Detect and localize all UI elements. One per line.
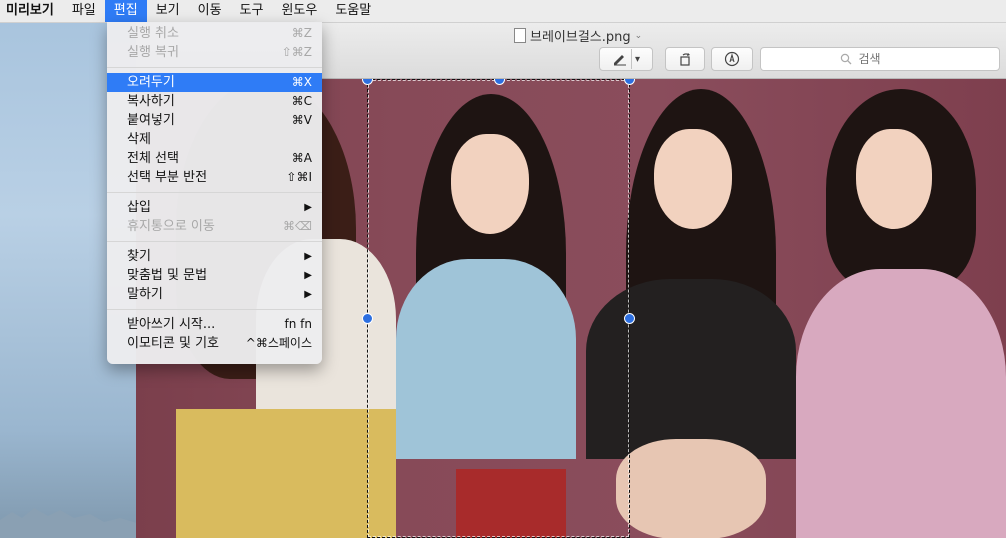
menu-separator <box>107 241 322 242</box>
menubar-item-tools[interactable]: 도구 <box>231 0 273 22</box>
menu-item-shortcut: ⇧⌘I <box>286 170 312 184</box>
submenu-arrow-icon: ▶ <box>304 270 312 281</box>
menu-item-label: 삭제 <box>127 132 151 147</box>
menu-item-shortcut: ⌘⌫ <box>283 219 312 233</box>
chevron-down-icon[interactable]: ▾ <box>635 54 640 65</box>
selection-rectangle[interactable] <box>362 79 635 538</box>
rotate-icon <box>680 53 690 66</box>
edit-menu-dropdown: 실행 취소 ⌘Z 실행 복귀 ⇧⌘Z 오려두기 ⌘X 복사하기 ⌘C 붙여넣기 … <box>107 22 322 364</box>
menu-item-shortcut: ⌘Z <box>291 26 312 40</box>
menu-item-select-all[interactable]: 전체 선택 ⌘A <box>107 149 322 168</box>
markup-circle-icon <box>724 51 740 67</box>
menu-item-label: 붙여넣기 <box>127 113 175 128</box>
menu-separator <box>107 192 322 193</box>
menu-item-insert[interactable]: 삽입 ▶ <box>107 198 322 217</box>
menu-item-label: 복사하기 <box>127 94 175 109</box>
menu-item-cut[interactable]: 오려두기 ⌘X <box>107 73 322 92</box>
pen-icon <box>613 55 626 66</box>
menu-item-shortcut: ⇧⌘Z <box>281 45 312 59</box>
menu-item-delete[interactable]: 삭제 <box>107 130 322 149</box>
file-icon <box>514 28 526 43</box>
menu-item-shortcut: ^⌘스페이스 <box>245 336 312 350</box>
submenu-arrow-icon: ▶ <box>304 251 312 262</box>
markup-pen-button[interactable]: ▾ <box>599 47 653 71</box>
menu-item-shortcut: ⌘V <box>291 113 312 127</box>
menu-item-paste[interactable]: 붙여넣기 ⌘V <box>107 111 322 130</box>
selection-handle-top-middle[interactable] <box>494 79 505 85</box>
menu-item-emoji-symbols[interactable]: 이모티콘 및 기호 ^⌘스페이스 <box>107 334 322 353</box>
menu-item-undo[interactable]: 실행 취소 ⌘Z <box>107 24 322 43</box>
button-divider <box>630 49 632 69</box>
menu-item-label: 휴지통으로 이동 <box>127 219 215 234</box>
search-field[interactable] <box>760 47 1000 71</box>
menu-separator <box>107 309 322 310</box>
menu-item-label: 선택 부분 반전 <box>127 170 208 185</box>
menubar-item-view[interactable]: 보기 <box>147 0 189 22</box>
markup-toolbar-button[interactable] <box>711 47 753 71</box>
menu-separator <box>107 67 322 68</box>
menu-bar: 미리보기 파일 편집 보기 이동 도구 윈도우 도움말 <box>0 0 1006 23</box>
menu-item-redo[interactable]: 실행 복귀 ⇧⌘Z <box>107 43 322 62</box>
menu-item-label: 말하기 <box>127 287 163 302</box>
menu-item-invert-selection[interactable]: 선택 부분 반전 ⇧⌘I <box>107 168 322 187</box>
menubar-item-file[interactable]: 파일 <box>63 0 105 22</box>
selection-handle-middle-right[interactable] <box>624 313 635 324</box>
menu-item-move-to-trash[interactable]: 휴지통으로 이동 ⌘⌫ <box>107 217 322 236</box>
menu-item-copy[interactable]: 복사하기 ⌘C <box>107 92 322 111</box>
menu-item-label: 삽입 <box>127 200 151 215</box>
chevron-down-icon: ⌄ <box>634 30 643 41</box>
menubar-item-preview[interactable]: 미리보기 <box>0 0 63 22</box>
menubar-item-help[interactable]: 도움말 <box>326 0 380 22</box>
person-right <box>796 79 1006 538</box>
menu-item-label: 받아쓰기 시작... <box>127 317 216 332</box>
menu-item-start-dictation[interactable]: 받아쓰기 시작... fn fn <box>107 315 322 334</box>
document-title-text: 브레이브걸스.png <box>530 30 631 45</box>
menubar-item-window[interactable]: 윈도우 <box>272 0 326 22</box>
menu-item-find[interactable]: 찾기 ▶ <box>107 247 322 266</box>
submenu-arrow-icon: ▶ <box>304 289 312 300</box>
rotate-button[interactable] <box>665 47 705 71</box>
mountain-silhouette <box>0 508 140 538</box>
menu-item-label: 찾기 <box>127 249 151 264</box>
document-title[interactable]: 브레이브걸스.png ⌄ <box>514 26 642 45</box>
menu-item-speech[interactable]: 말하기 ▶ <box>107 285 322 304</box>
search-input[interactable] <box>856 51 921 67</box>
menu-item-shortcut: ⌘X <box>291 75 312 89</box>
menu-item-label: 맞춤법 및 문법 <box>127 268 208 283</box>
menubar-item-edit[interactable]: 편집 <box>104 0 147 22</box>
menu-item-label: 실행 취소 <box>127 26 179 41</box>
menu-item-label: 이모티콘 및 기호 <box>127 336 219 351</box>
search-icon <box>840 53 851 65</box>
selection-handle-top-left[interactable] <box>362 79 373 85</box>
submenu-arrow-icon: ▶ <box>304 202 312 213</box>
menu-item-shortcut: fn fn <box>284 317 312 331</box>
menu-item-spelling-grammar[interactable]: 맞춤법 및 문법 ▶ <box>107 266 322 285</box>
menu-item-label: 오려두기 <box>127 75 175 90</box>
menu-item-label: 실행 복귀 <box>127 45 179 60</box>
menu-item-shortcut: ⌘A <box>291 151 312 165</box>
menubar-item-go[interactable]: 이동 <box>189 0 231 22</box>
menu-item-shortcut: ⌘C <box>291 94 312 108</box>
selection-handle-middle-left[interactable] <box>362 313 373 324</box>
menu-item-label: 전체 선택 <box>127 151 179 166</box>
